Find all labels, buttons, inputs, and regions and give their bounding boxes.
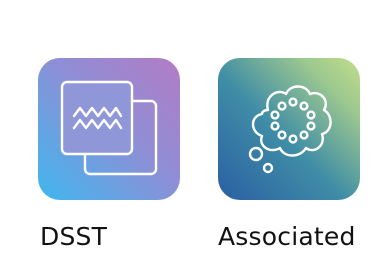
dsst-app-label: DSST <box>40 222 108 251</box>
dsst-app-button[interactable] <box>38 58 180 200</box>
thought-bubble-dots-icon <box>248 85 332 174</box>
overlapping-squares-wave-icon <box>60 80 158 176</box>
associated-app-button[interactable] <box>218 58 360 200</box>
associated-app-tile[interactable] <box>218 58 360 200</box>
associated-app-label: Associated <box>218 222 356 251</box>
dsst-app-tile[interactable] <box>38 58 180 200</box>
